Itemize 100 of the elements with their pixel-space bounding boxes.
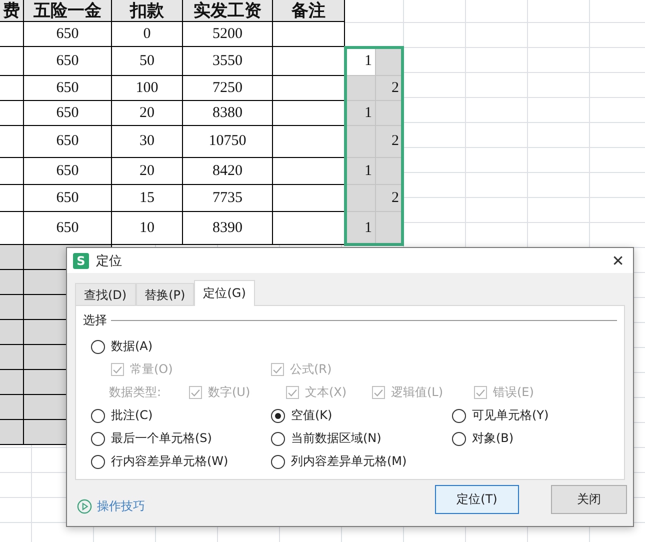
option-label: 当前数据区域(N) xyxy=(291,430,382,448)
tab[interactable]: 替换(P) xyxy=(136,283,194,306)
table-cell: 1 xyxy=(345,158,376,185)
option-label: 文本(X) xyxy=(305,384,347,402)
option-label: 数据(A) xyxy=(111,338,153,356)
help-link[interactable]: 操作技巧 xyxy=(77,498,145,516)
option-label: 最后一个单元格(S) xyxy=(111,430,212,448)
table-cell xyxy=(0,158,24,185)
tab[interactable]: 查找(D) xyxy=(75,283,136,306)
option-label: 可见单元格(Y) xyxy=(472,407,549,424)
dialog-button[interactable]: 关闭 xyxy=(551,485,627,514)
option-label: 空值(K) xyxy=(291,407,332,424)
column-header: 费 xyxy=(0,0,24,22)
table-cell: 5200 xyxy=(183,22,273,47)
radio-option[interactable]: 行内容差异单元格(W) xyxy=(91,453,271,470)
play-icon xyxy=(77,499,92,514)
table-cell xyxy=(273,22,345,47)
table-cell xyxy=(345,76,376,101)
close-button[interactable]: ✕ xyxy=(603,248,633,273)
table-cell xyxy=(0,320,24,345)
table-cell xyxy=(0,47,24,76)
radio-option[interactable]: 最后一个单元格(S) xyxy=(91,430,271,448)
table-cell: 650 xyxy=(24,101,112,126)
table-cell: 650 xyxy=(24,47,112,76)
table-cell xyxy=(0,370,24,395)
group-label: 选择 xyxy=(83,312,107,330)
table-cell: 3550 xyxy=(183,47,273,76)
option-label: 行内容差异单元格(W) xyxy=(111,453,228,470)
radio-option[interactable]: 列内容差异单元格(M) xyxy=(271,453,452,470)
table-cell xyxy=(0,22,24,47)
radio-button[interactable] xyxy=(91,432,105,446)
radio-button[interactable] xyxy=(91,454,105,469)
column-header: 备注 xyxy=(273,0,345,22)
option-label: 常量(O) xyxy=(130,361,173,378)
table-cell: 2 xyxy=(376,76,403,101)
table-cell xyxy=(0,345,24,370)
radio-button[interactable] xyxy=(271,454,285,469)
table-cell xyxy=(0,245,24,270)
table-cell: 650 xyxy=(24,126,112,158)
radio-button[interactable] xyxy=(452,432,466,446)
radio-button[interactable] xyxy=(271,432,285,446)
table-cell: 10750 xyxy=(183,126,273,158)
app-logo-icon: S xyxy=(73,252,89,269)
table-cell: 0 xyxy=(112,22,183,47)
table-cell: 20 xyxy=(112,158,183,185)
table-cell xyxy=(0,76,24,101)
option-label: 批注(C) xyxy=(111,407,153,424)
radio-button[interactable] xyxy=(271,408,285,423)
table-cell: 1 xyxy=(345,101,376,126)
option-label: 公式(R) xyxy=(290,361,332,378)
radio-option[interactable]: 数据(A) xyxy=(91,338,271,356)
table-cell: 15 xyxy=(112,185,183,212)
table-cell xyxy=(273,158,345,185)
option-label: 逻辑值(L) xyxy=(391,384,444,402)
table-cell: 10 xyxy=(112,212,183,245)
radio-option[interactable]: 空值(K) xyxy=(271,407,452,424)
option-label: 数字(U) xyxy=(208,384,250,402)
table-cell: 2 xyxy=(376,185,403,212)
table-cell xyxy=(0,420,24,445)
table-cell xyxy=(0,270,24,295)
radio-option[interactable]: 可见单元格(Y) xyxy=(452,407,617,424)
radio-option[interactable]: 批注(C) xyxy=(91,407,271,424)
table-cell: 20 xyxy=(112,101,183,126)
table-cell xyxy=(0,185,24,212)
table-cell: 650 xyxy=(24,158,112,185)
radio-button[interactable] xyxy=(452,408,466,423)
column-header: 五险一金 xyxy=(24,0,112,22)
table-cell xyxy=(273,47,345,76)
option-label: 错误(E) xyxy=(493,384,534,402)
radio-button[interactable] xyxy=(91,408,105,423)
table-cell: 650 xyxy=(24,212,112,245)
table-cell: 650 xyxy=(24,22,112,47)
table-cell xyxy=(0,295,24,320)
table-cell: 2 xyxy=(376,126,403,158)
field-label: 数据类型: xyxy=(109,384,162,402)
table-cell: 650 xyxy=(24,76,112,101)
table-cell xyxy=(273,76,345,101)
table-cell xyxy=(345,185,376,212)
table-cell xyxy=(0,126,24,158)
table-cell: 8380 xyxy=(183,101,273,126)
column-header: 扣款 xyxy=(112,0,183,22)
column-header: 实发工资 xyxy=(183,0,273,22)
table-cell: 50 xyxy=(112,47,183,76)
table-cell xyxy=(0,212,24,245)
tab[interactable]: 定位(G) xyxy=(194,280,255,306)
table-cell xyxy=(273,101,345,126)
option-label: 列内容差异单元格(M) xyxy=(291,453,407,470)
table-cell: 8390 xyxy=(183,212,273,245)
table-cell: 100 xyxy=(112,76,183,101)
radio-button[interactable] xyxy=(91,340,105,354)
table-cell: 7250 xyxy=(183,76,273,101)
dialog-button[interactable]: 定位(T) xyxy=(435,485,519,514)
radio-option[interactable]: 对象(B) xyxy=(452,430,617,448)
table-cell xyxy=(376,158,403,185)
table-cell: 7735 xyxy=(183,185,273,212)
radio-option[interactable]: 当前数据区域(N) xyxy=(271,430,452,448)
table-cell xyxy=(273,212,345,245)
table-cell xyxy=(0,395,24,420)
table-cell: 8420 xyxy=(183,158,273,185)
table-cell: 30 xyxy=(112,126,183,158)
